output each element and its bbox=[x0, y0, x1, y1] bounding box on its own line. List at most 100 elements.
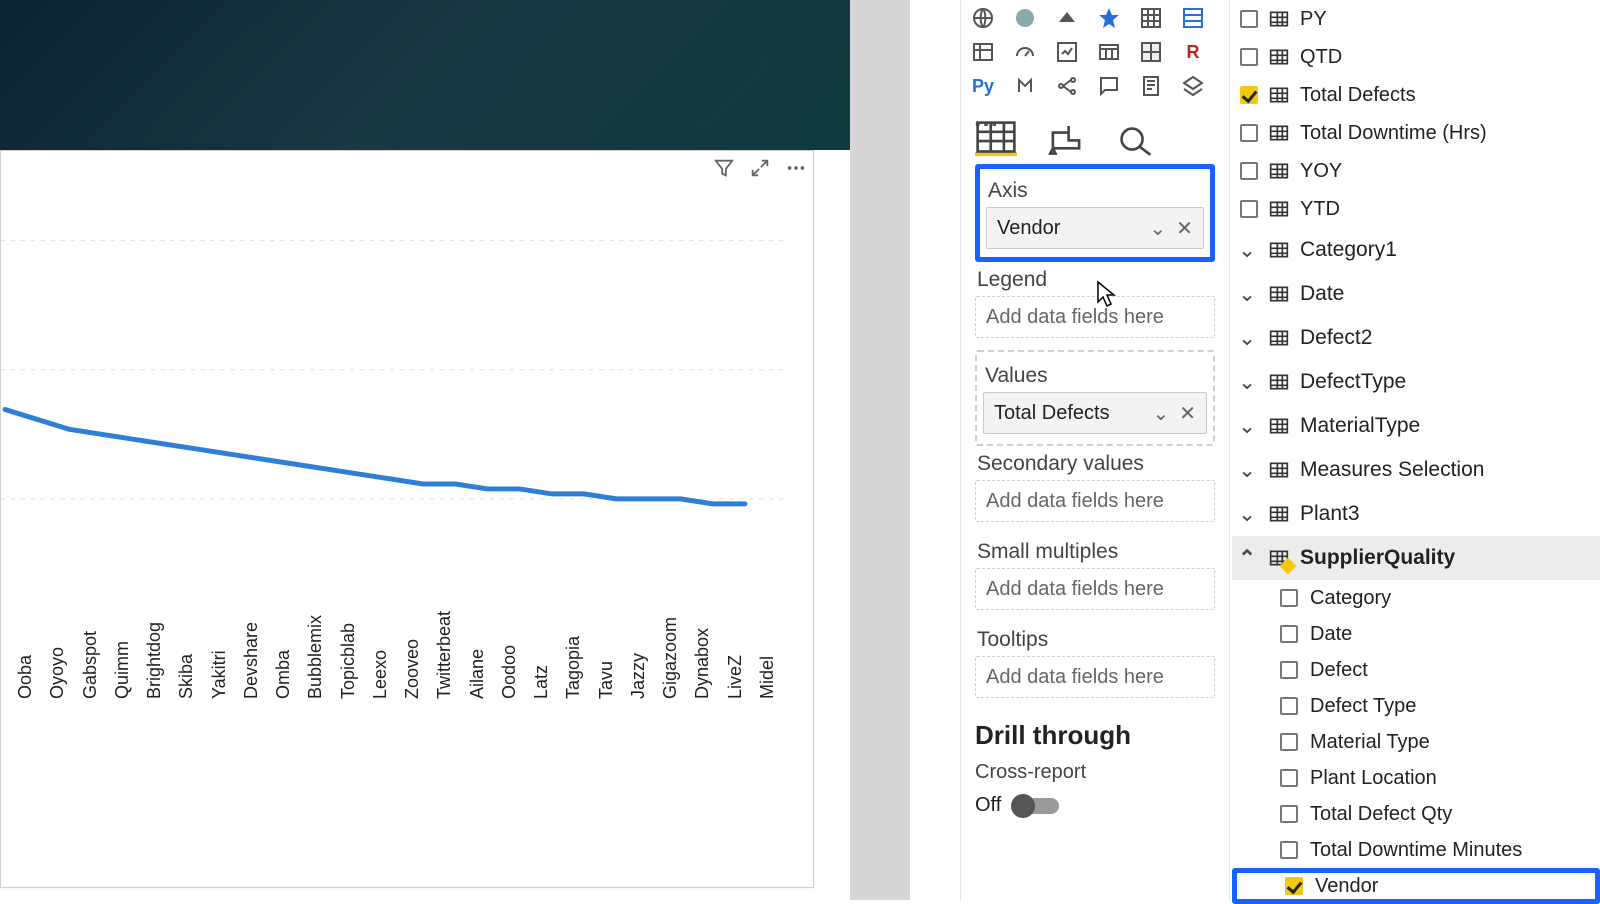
legend-drop[interactable]: Add data fields here bbox=[975, 296, 1215, 338]
table-group[interactable]: ⌄Defect2 bbox=[1232, 316, 1600, 360]
measure-icon bbox=[1268, 85, 1290, 105]
measure-icon bbox=[1268, 123, 1290, 143]
table-icon bbox=[1268, 416, 1290, 436]
viz-icon-map[interactable] bbox=[965, 2, 1001, 34]
checkbox[interactable] bbox=[1280, 589, 1298, 607]
column-row[interactable]: Category bbox=[1232, 580, 1600, 616]
viz-icon-table2[interactable] bbox=[1175, 2, 1211, 34]
canvas-gutter bbox=[850, 0, 910, 900]
viz-icon-table[interactable] bbox=[965, 36, 1001, 68]
column-row[interactable]: Date bbox=[1232, 616, 1600, 652]
tooltips-well-label: Tooltips bbox=[975, 622, 1215, 656]
viz-icon-filledmap[interactable] bbox=[1007, 2, 1043, 34]
viz-icon-py[interactable]: Py bbox=[965, 70, 1001, 102]
column-row[interactable]: Total Downtime Minutes bbox=[1232, 832, 1600, 868]
checkbox[interactable] bbox=[1280, 769, 1298, 787]
checkbox[interactable] bbox=[1240, 10, 1258, 28]
table-icon bbox=[1268, 504, 1290, 524]
measure-row[interactable]: Total Defects bbox=[1232, 76, 1600, 114]
checkbox[interactable] bbox=[1240, 86, 1258, 104]
remove-axis-icon[interactable]: ✕ bbox=[1176, 216, 1193, 241]
checkbox[interactable] bbox=[1280, 661, 1298, 679]
measure-row[interactable]: Total Downtime (Hrs) bbox=[1232, 114, 1600, 152]
table-name: MaterialType bbox=[1300, 414, 1420, 438]
tooltips-drop[interactable]: Add data fields here bbox=[975, 656, 1215, 698]
viz-icon-azure[interactable] bbox=[1091, 2, 1127, 34]
viz-icon-getmore[interactable] bbox=[1175, 70, 1211, 102]
values-well-label: Values bbox=[983, 358, 1207, 392]
table-supplierquality[interactable]: ⌃ SupplierQuality bbox=[1232, 536, 1600, 580]
visual-header-icons bbox=[713, 157, 807, 179]
measure-row[interactable]: YTD bbox=[1232, 190, 1600, 228]
column-name: Category bbox=[1310, 587, 1391, 610]
table-icon bbox=[1268, 372, 1290, 392]
column-row[interactable]: Defect Type bbox=[1232, 688, 1600, 724]
table-group[interactable]: ⌄Plant3 bbox=[1232, 492, 1600, 536]
column-name: Plant Location bbox=[1310, 767, 1437, 790]
measure-name: YOY bbox=[1300, 160, 1342, 183]
measure-row[interactable]: QTD bbox=[1232, 38, 1600, 76]
format-tab-icon[interactable] bbox=[1045, 122, 1087, 156]
table-group[interactable]: ⌄Date bbox=[1232, 272, 1600, 316]
cross-report-toggle[interactable] bbox=[1013, 798, 1059, 814]
column-row[interactable]: Material Type bbox=[1232, 724, 1600, 760]
table-group[interactable]: ⌄Category1 bbox=[1232, 228, 1600, 272]
viz-icon-card[interactable] bbox=[1091, 36, 1127, 68]
measure-icon bbox=[1268, 9, 1290, 29]
measure-icon bbox=[1268, 199, 1290, 219]
column-row[interactable]: Plant Location bbox=[1232, 760, 1600, 796]
checkbox[interactable] bbox=[1280, 805, 1298, 823]
checkbox[interactable] bbox=[1240, 200, 1258, 218]
column-row[interactable]: Total Defect Qty bbox=[1232, 796, 1600, 832]
axis-pill[interactable]: Vendor ⌄ ✕ bbox=[986, 207, 1204, 249]
checkbox[interactable] bbox=[1240, 162, 1258, 180]
viz-icon-matrix[interactable] bbox=[1133, 2, 1169, 34]
fields-tab-icon[interactable] bbox=[975, 122, 1017, 156]
checkbox[interactable] bbox=[1280, 697, 1298, 715]
checkbox[interactable] bbox=[1280, 625, 1298, 643]
measure-row[interactable]: YOY bbox=[1232, 152, 1600, 190]
small-multiples-drop[interactable]: Add data fields here bbox=[975, 568, 1215, 610]
column-row[interactable]: Defect bbox=[1232, 652, 1600, 688]
viz-icon-multicard[interactable] bbox=[1133, 36, 1169, 68]
viz-icon-paginated[interactable] bbox=[1133, 70, 1169, 102]
checkbox[interactable] bbox=[1240, 124, 1258, 142]
viz-icon-r[interactable]: R bbox=[1175, 36, 1211, 68]
report-canvas: OobaOyoyoGabspotQuimmBrightdogSkibaYakit… bbox=[0, 0, 910, 900]
column-name: Date bbox=[1310, 623, 1352, 646]
table-icon bbox=[1268, 328, 1290, 348]
chevron-down-icon[interactable]: ⌄ bbox=[1152, 401, 1169, 426]
checkbox[interactable] bbox=[1285, 877, 1303, 895]
x-axis-label: Midel bbox=[757, 656, 941, 699]
chart-visual-frame[interactable]: OobaOyoyoGabspotQuimmBrightdogSkibaYakit… bbox=[0, 150, 814, 888]
drillthrough-header: Drill through bbox=[961, 710, 1229, 757]
viz-icon-qna[interactable] bbox=[1091, 70, 1127, 102]
checkbox[interactable] bbox=[1280, 841, 1298, 859]
table-icon bbox=[1268, 548, 1290, 568]
table-name: Category1 bbox=[1300, 238, 1397, 262]
filter-icon[interactable] bbox=[713, 157, 735, 179]
values-pill[interactable]: Total Defects ⌄ ✕ bbox=[983, 392, 1207, 434]
secondary-drop[interactable]: Add data fields here bbox=[975, 480, 1215, 522]
viz-icon-kpi[interactable] bbox=[1049, 36, 1085, 68]
more-options-icon[interactable] bbox=[785, 157, 807, 179]
column-row[interactable]: Vendor bbox=[1232, 868, 1600, 904]
viz-icon-keyinfluencers[interactable] bbox=[1007, 70, 1043, 102]
table-group[interactable]: ⌄Measures Selection bbox=[1232, 448, 1600, 492]
viz-icon-gauge[interactable] bbox=[1007, 36, 1043, 68]
analytics-tab-icon[interactable] bbox=[1115, 122, 1157, 156]
table-name: Defect2 bbox=[1300, 326, 1372, 350]
chevron-down-icon[interactable]: ⌄ bbox=[1149, 216, 1166, 241]
focus-mode-icon[interactable] bbox=[749, 157, 771, 179]
viz-icon-shape[interactable] bbox=[1049, 2, 1085, 34]
field-wells: Axis Vendor ⌄ ✕ Legend Add data fields h… bbox=[961, 156, 1229, 698]
viz-icon-decomposition[interactable] bbox=[1049, 70, 1085, 102]
remove-values-icon[interactable]: ✕ bbox=[1179, 401, 1196, 426]
table-group[interactable]: ⌄MaterialType bbox=[1232, 404, 1600, 448]
table-group[interactable]: ⌄DefectType bbox=[1232, 360, 1600, 404]
values-pill-text: Total Defects bbox=[994, 402, 1110, 425]
legend-well-label: Legend bbox=[975, 262, 1215, 296]
checkbox[interactable] bbox=[1280, 733, 1298, 751]
measure-row[interactable]: PY bbox=[1232, 0, 1600, 38]
checkbox[interactable] bbox=[1240, 48, 1258, 66]
